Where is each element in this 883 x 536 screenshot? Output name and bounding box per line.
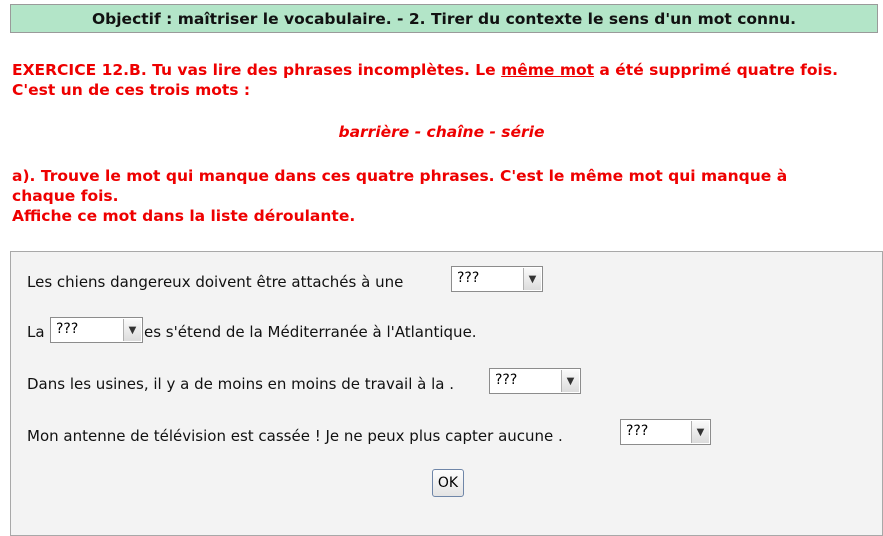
exercise-instruction: EXERCICE 12.B. Tu vas lire des phrases i…: [12, 60, 872, 100]
select-value: ???: [457, 270, 480, 286]
instruction-line2: C'est un de ces trois mots :: [12, 81, 251, 99]
word-select-3[interactable]: ??? ▼: [489, 368, 581, 394]
exercise-panel: Les chiens dangereux doivent être attach…: [10, 251, 883, 536]
sentence-1: Les chiens dangereux doivent être attach…: [27, 273, 404, 291]
sentence-2-end: es s'étend de la Méditerranée à l'Atlant…: [144, 323, 477, 341]
objective-title: Objectif : maîtriser le vocabulaire. - 2…: [91, 9, 797, 28]
sentence-4: Mon antenne de télévision est cassée ! J…: [27, 427, 563, 445]
select-value: ???: [626, 423, 649, 439]
chevron-down-icon[interactable]: ▼: [123, 319, 141, 341]
page-title: Objectif : maîtriser le vocabulaire. - 2…: [10, 4, 878, 33]
chevron-down-icon[interactable]: ▼: [561, 370, 579, 392]
candidate-words: barrière - chaîne - série: [338, 123, 545, 141]
task-instruction: a). Trouve le mot qui manque dans ces qu…: [12, 166, 872, 226]
select-value: ???: [495, 372, 518, 388]
word-select-2[interactable]: ??? ▼: [50, 317, 143, 343]
instruction-part1: EXERCICE 12.B. Tu vas lire des phrases i…: [12, 61, 502, 79]
ok-button[interactable]: OK: [432, 469, 464, 497]
instruction-underlined: même mot: [501, 61, 595, 79]
sentence-3: Dans les usines, il y a de moins en moin…: [27, 375, 454, 393]
word-select-1[interactable]: ??? ▼: [451, 266, 543, 292]
sentence-2-start: La: [27, 323, 45, 341]
task-line1: a). Trouve le mot qui manque dans ces qu…: [12, 167, 788, 185]
word-select-4[interactable]: ??? ▼: [620, 419, 711, 445]
chevron-down-icon[interactable]: ▼: [523, 268, 541, 290]
task-line3: Affiche ce mot dans la liste déroulante.: [12, 207, 356, 225]
instruction-part2: a été supprimé quatre fois.: [594, 61, 838, 79]
task-line2: chaque fois.: [12, 187, 119, 205]
chevron-down-icon[interactable]: ▼: [691, 421, 709, 443]
select-value: ???: [56, 321, 79, 337]
